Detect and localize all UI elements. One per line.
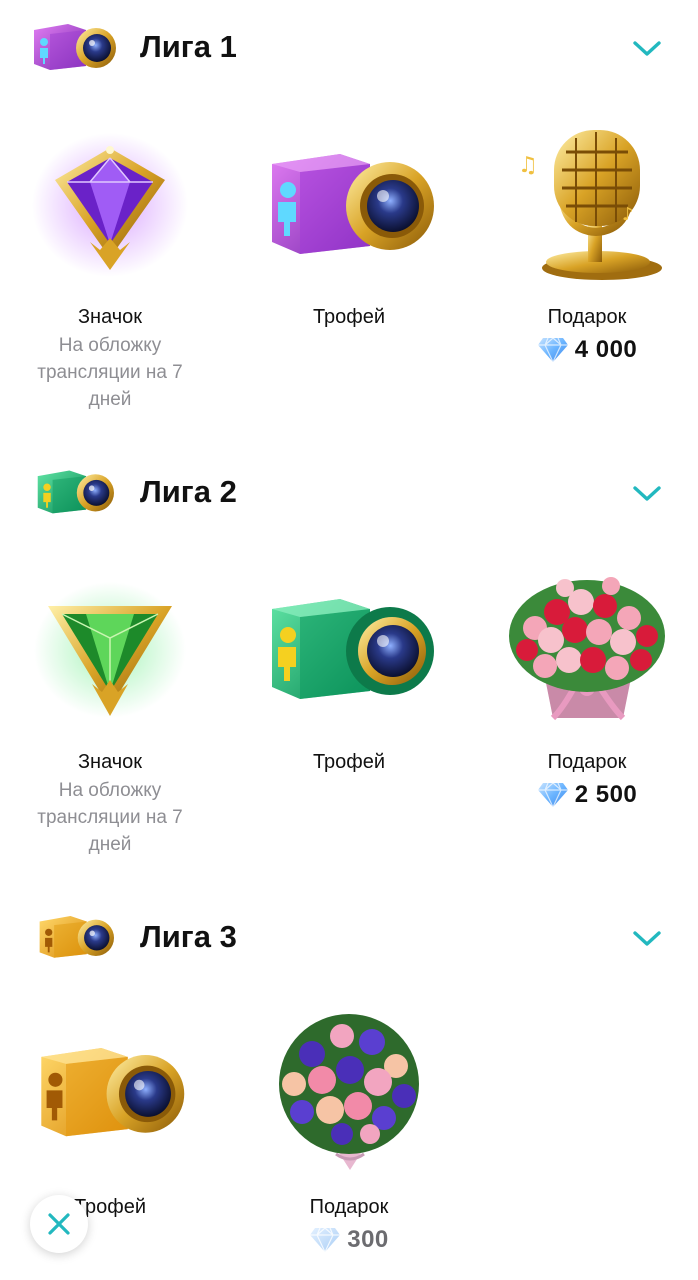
trophy-reward-2: Трофей xyxy=(233,749,465,775)
rose-bouquet-basket-icon xyxy=(509,577,665,721)
svg-text:♫: ♫ xyxy=(518,153,538,178)
svg-text:♪: ♪ xyxy=(622,204,634,225)
badge-reward-2: Значок На обложку трансляции на 7 дней xyxy=(0,749,226,858)
gift-price: 300 xyxy=(233,1226,465,1254)
camera-cube-icon xyxy=(34,24,116,70)
gift-label: Подарок xyxy=(547,306,627,328)
close-icon xyxy=(48,1213,70,1235)
badge-reward-1: Значок На обложку трансляции на 7 дней xyxy=(0,304,226,413)
diamond-icon xyxy=(537,781,569,809)
trophy-label: Трофей xyxy=(312,751,386,773)
badge-description: На обложку трансляции на 7 дней xyxy=(37,335,183,410)
league-title: Лига 1 xyxy=(140,29,237,64)
flower-bouquet-icon xyxy=(279,1014,419,1170)
trophy-label: Трофей xyxy=(312,306,386,328)
camera-cube-icon xyxy=(39,916,114,958)
gift-reward-2: Подарок 2 500 xyxy=(471,749,698,809)
badge-purple-gem-icon xyxy=(32,133,188,277)
league-3-header[interactable]: Лига 3 xyxy=(0,904,698,968)
trophy-purple-camera-cube-icon xyxy=(272,154,434,254)
gift-reward-3: Подарок 300 xyxy=(233,1194,465,1254)
gift-label: Подарок xyxy=(309,1196,389,1218)
gift-price: 2 500 xyxy=(471,781,698,809)
chevron-down-icon[interactable] xyxy=(632,483,662,503)
gift-reward-1: Подарок 4 000 xyxy=(471,304,698,364)
close-button[interactable] xyxy=(30,1195,88,1253)
gift-price: 4 000 xyxy=(471,336,698,364)
diamond-icon xyxy=(537,336,569,364)
gift-price-value: 4 000 xyxy=(574,336,638,363)
badge-description: На обложку трансляции на 7 дней xyxy=(37,780,183,855)
camera-cube-icon xyxy=(37,470,114,514)
badge-label: Значок xyxy=(77,306,143,328)
league-1-header[interactable]: Лига 1 xyxy=(0,14,698,78)
league-2-header[interactable]: Лига 2 xyxy=(0,459,698,523)
badge-green-gem-icon xyxy=(34,582,186,718)
golden-microphone-icon: ♫ ♪ xyxy=(518,130,662,280)
badge-label: Значок xyxy=(77,751,143,773)
chevron-down-icon[interactable] xyxy=(632,928,662,948)
trophy-green-camera-cube-icon xyxy=(272,599,434,699)
trophy-gold-camera-cube-icon xyxy=(41,1048,185,1137)
league-title: Лига 2 xyxy=(140,474,237,509)
gift-label: Подарок xyxy=(547,751,627,773)
gift-price-value: 2 500 xyxy=(574,781,638,808)
trophy-reward-1: Трофей xyxy=(233,304,465,330)
chevron-down-icon[interactable] xyxy=(632,38,662,58)
gift-price-value: 300 xyxy=(347,1226,389,1253)
diamond-icon xyxy=(309,1226,341,1254)
league-title: Лига 3 xyxy=(140,919,237,954)
